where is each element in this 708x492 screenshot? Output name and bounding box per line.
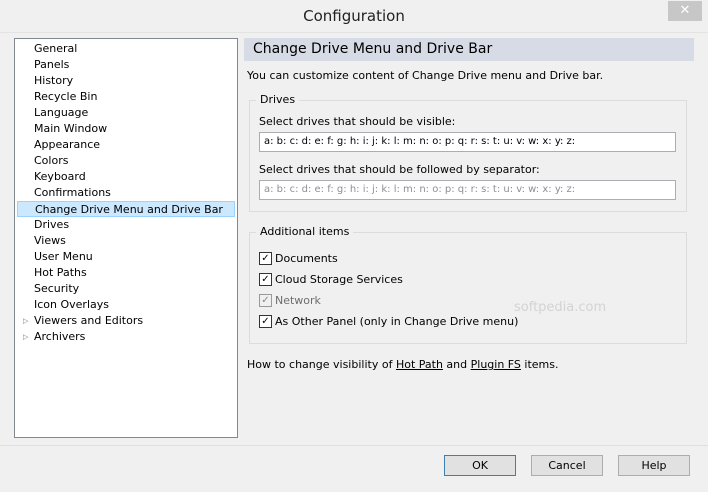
tree-item-label: Security [34,282,80,295]
section-description: You can customize content of Change Driv… [247,69,604,82]
checkbox-check-icon[interactable]: ✓ [259,273,272,286]
window-title: Configuration [303,7,405,25]
tree-item-label: Appearance [34,138,101,151]
visible-drives-label: Select drives that should be visible: [259,115,456,128]
tree-item[interactable]: Security [17,281,235,297]
footer-divider [0,445,708,446]
visible-drives-input[interactable]: a: b: c: d: e: f: g: h: i: j: k: l: m: n… [259,132,676,152]
tree-item-label: Archivers [34,330,86,343]
tree-item-label: Colors [34,154,69,167]
section-header: Change Drive Menu and Drive Bar [244,38,694,61]
checkbox-label: As Other Panel (only in Change Drive men… [275,315,519,328]
hot-path-link[interactable]: Hot Path [396,358,443,371]
cancel-button[interactable]: Cancel [531,455,603,476]
title-bar: Configuration ✕ [0,0,708,33]
tree-item[interactable]: History [17,73,235,89]
tree-item-label: Recycle Bin [34,90,98,103]
tree-item-label: Views [34,234,66,247]
category-tree[interactable]: General Panels History Recycle Bin Language M… [14,38,238,438]
tree-item[interactable]: Panels [17,57,235,73]
tree-item[interactable]: Recycle Bin [17,89,235,105]
checkbox-label: Documents [275,252,338,265]
checkbox-check-icon[interactable]: ✓ [259,315,272,328]
tree-item-label: Main Window [34,122,108,135]
tree-item[interactable]: Main Window [17,121,235,137]
watermark: softpedia.com [514,300,607,315]
additional-items-group: Additional items ✓ Documents ✓ Cloud Storag… [249,225,687,344]
tree-item-label: General [34,42,78,55]
section-title: Change Drive Menu and Drive Bar [253,41,493,57]
tree-item[interactable]: Icon Overlays [17,297,235,313]
help-text-suffix: items. [520,358,559,371]
tree-item[interactable]: ▷ Viewers and Editors [17,313,235,329]
settings-panel: Change Drive Menu and Drive Bar You can … [244,38,694,438]
expand-arrow-icon[interactable]: ▷ [23,329,28,345]
expand-arrow-icon[interactable]: ▷ [23,313,28,329]
tree-item[interactable]: Confirmations [17,185,235,201]
tree-item-label: Drives [34,218,70,231]
drives-group: Drives Select drives that should be visi… [249,93,687,212]
tree-item[interactable]: Keyboard [17,169,235,185]
tree-item[interactable]: Appearance [17,137,235,153]
separator-drives-input[interactable]: a: b: c: d: e: f: g: h: i: j: k: l: m: n… [259,180,676,200]
tree-item-label: Language [34,106,89,119]
help-button[interactable]: Help [618,455,690,476]
tree-item[interactable]: Drives [17,217,235,233]
tree-item-label: Confirmations [34,186,111,199]
tree-item-label: Keyboard [34,170,86,183]
checkbox-check-icon[interactable]: ✓ [259,252,272,265]
tree-item[interactable]: Hot Paths [17,265,235,281]
help-text-middle: and [442,358,471,371]
tree-item-label: User Menu [34,250,93,263]
checkbox-check-icon[interactable]: ✓ [259,294,272,307]
separator-drives-label: Select drives that should be followed by… [259,163,540,176]
tree-item[interactable]: General [17,41,235,57]
ok-button[interactable]: OK [444,455,516,476]
tree-item[interactable]: User Menu [17,249,235,265]
checkbox-label: Cloud Storage Services [275,273,403,286]
help-text-prefix: How to change visibility of [247,358,396,371]
tree-item-label: Change Drive Menu and Drive Bar [35,203,223,216]
tree-item-label: Viewers and Editors [34,314,144,327]
tree-item[interactable]: Views [17,233,235,249]
plugin-fs-link[interactable]: Plugin FS [471,358,521,371]
checkbox-label: Network [275,294,321,307]
close-button[interactable]: ✕ [668,1,702,21]
visibility-help-text: How to change visibility of Hot Path and… [247,358,559,371]
tree-item[interactable]: Colors [17,153,235,169]
additional-items-caption: Additional items [256,225,354,238]
tree-item[interactable]: Change Drive Menu and Drive Bar [17,201,235,217]
tree-item-label: History [34,74,74,87]
drives-group-caption: Drives [256,93,300,106]
tree-item-label: Panels [34,58,70,71]
close-icon: ✕ [679,3,691,18]
tree-item[interactable]: ▷ Archivers [17,329,235,345]
tree-item[interactable]: Language [17,105,235,121]
tree-item-label: Hot Paths [34,266,87,279]
tree-item-label: Icon Overlays [34,298,109,311]
